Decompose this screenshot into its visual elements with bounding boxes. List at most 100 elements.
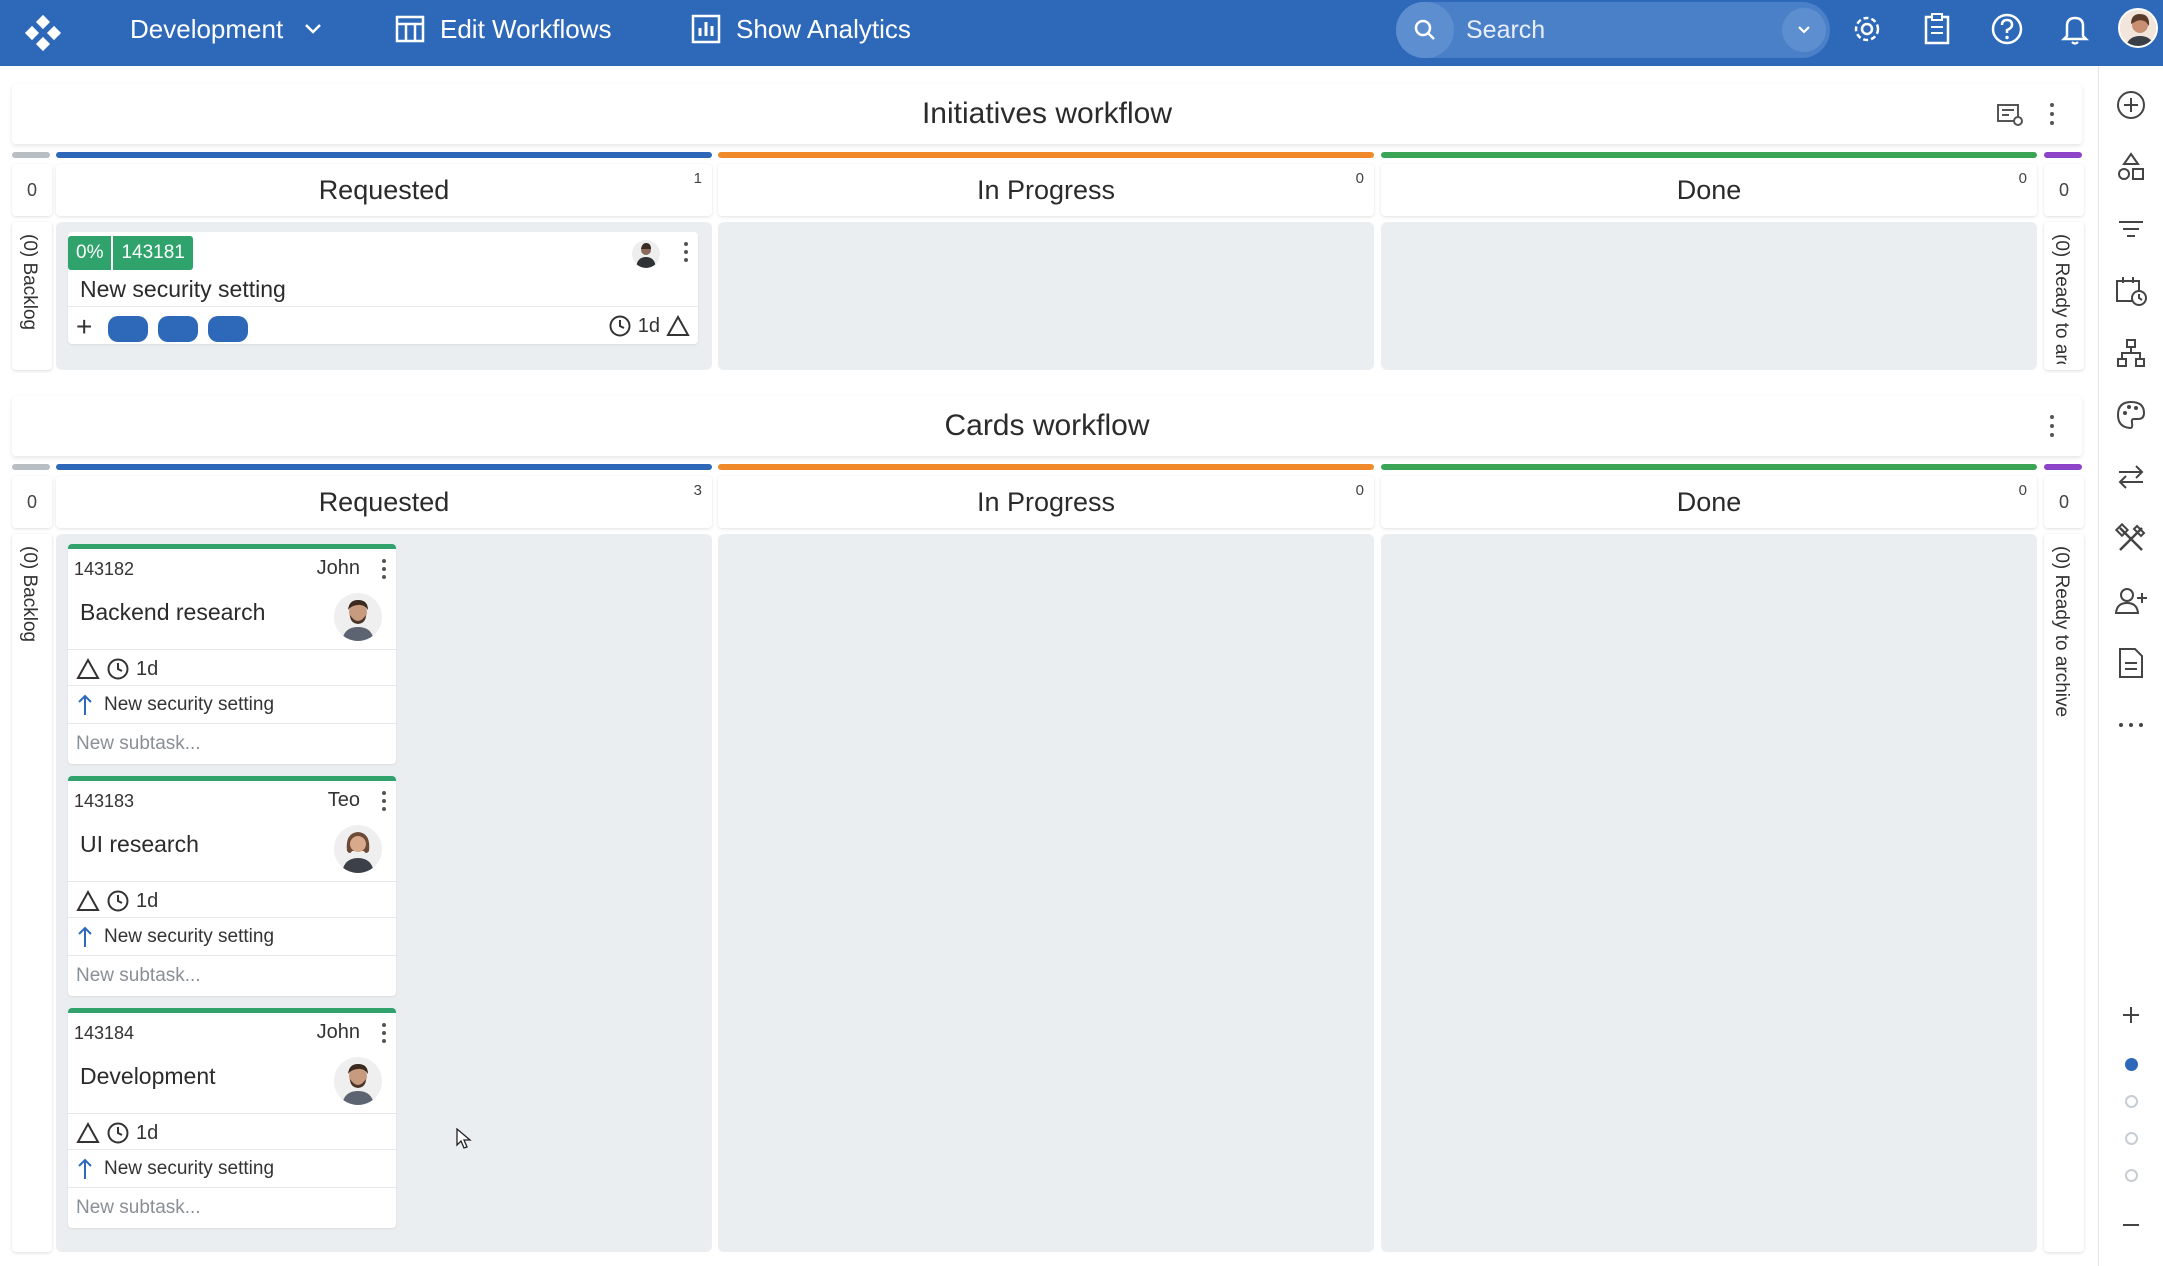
- logo-icon[interactable]: [22, 12, 64, 54]
- column-header-requested[interactable]: Requested 1: [56, 164, 712, 216]
- new-subtask-input[interactable]: New subtask...: [76, 733, 201, 755]
- backlog-strip[interactable]: (0) Backlog: [12, 534, 52, 1252]
- zoom-level-dot[interactable]: [2125, 1169, 2138, 1182]
- column-bar: [1381, 152, 2037, 158]
- column-header-in-progress[interactable]: In Progress 0: [718, 164, 1374, 216]
- child-pill[interactable]: [158, 316, 198, 342]
- column-title: Requested: [318, 486, 450, 517]
- column-header-requested[interactable]: Requested 3: [56, 476, 712, 528]
- child-pill[interactable]: [208, 316, 248, 342]
- column-body-in-progress[interactable]: [718, 222, 1374, 370]
- user-avatar[interactable]: [2118, 8, 2158, 48]
- filter-icon[interactable]: [2112, 210, 2150, 248]
- assignee-avatar[interactable]: [632, 240, 660, 268]
- card-menu-icon[interactable]: [382, 559, 386, 579]
- warning-triangle-icon: [666, 314, 690, 336]
- board-selector[interactable]: Development: [130, 0, 325, 58]
- palette-icon[interactable]: [2112, 396, 2150, 434]
- column-bar: [718, 152, 1374, 158]
- tools-icon[interactable]: [2112, 520, 2150, 558]
- parent-link[interactable]: New security setting: [76, 1157, 274, 1181]
- workflow-menu-icon[interactable]: [2042, 96, 2062, 132]
- column-body-in-progress[interactable]: [718, 534, 1374, 1252]
- column-title: In Progress: [976, 486, 1116, 517]
- card-owner: John: [316, 1021, 360, 1043]
- assignee-avatar[interactable]: [334, 593, 382, 641]
- card-title[interactable]: New security setting: [80, 276, 286, 303]
- gear-icon[interactable]: [1846, 8, 1888, 50]
- add-user-icon[interactable]: [2112, 582, 2150, 620]
- hierarchy-icon[interactable]: [2112, 334, 2150, 372]
- clipboard-icon[interactable]: [1916, 8, 1958, 50]
- zoom-out-icon[interactable]: [2112, 1206, 2150, 1244]
- analytics-icon: [691, 14, 721, 44]
- workflow-menu-icon[interactable]: [2042, 408, 2062, 444]
- backlog-count[interactable]: 0: [12, 164, 52, 216]
- backlog-label: (0) Backlog: [19, 546, 40, 643]
- search-dropdown-chevron-icon[interactable]: [1782, 8, 1826, 52]
- bell-icon[interactable]: [2054, 8, 2096, 50]
- task-card[interactable]: 143182 John Backend research 1d New secu…: [68, 544, 396, 764]
- arrow-up-icon: [78, 1158, 92, 1179]
- duration: 1d: [136, 657, 159, 680]
- backlog-strip[interactable]: (0) Backlog: [12, 222, 52, 370]
- assignee-avatar[interactable]: [334, 825, 382, 873]
- shapes-icon[interactable]: [2112, 148, 2150, 186]
- child-pill[interactable]: [108, 316, 148, 342]
- archive-count[interactable]: 0: [2044, 476, 2084, 528]
- search-input[interactable]: Search: [1396, 2, 1830, 58]
- new-subtask-input[interactable]: New subtask...: [76, 965, 201, 987]
- board-name: Development: [130, 13, 284, 44]
- clock-icon: [609, 315, 631, 337]
- parent-link[interactable]: New security setting: [76, 925, 274, 949]
- archive-strip[interactable]: (0) Ready to archive: [2044, 534, 2084, 1252]
- task-card[interactable]: 143184 John Development 1d New security …: [68, 1008, 396, 1228]
- parent-title: New security setting: [104, 926, 275, 947]
- zoom-level-dot[interactable]: [2125, 1095, 2138, 1108]
- archive-strip[interactable]: (0) Ready to arc: [2044, 222, 2084, 370]
- card-meta: 1d: [608, 314, 690, 338]
- workflow-title: Cards workflow: [944, 409, 1150, 442]
- arrow-up-icon: [78, 926, 92, 947]
- swap-icon[interactable]: [2112, 458, 2150, 496]
- new-subtask-input[interactable]: New subtask...: [76, 1197, 201, 1219]
- backlog-count[interactable]: 0: [12, 476, 52, 528]
- column-body-done[interactable]: [1381, 222, 2037, 370]
- column-title: In Progress: [976, 174, 1116, 205]
- zoom-level-dot[interactable]: [2125, 1058, 2138, 1071]
- add-circle-icon[interactable]: [2112, 86, 2150, 124]
- add-child-button[interactable]: +: [76, 312, 92, 342]
- column-count: 0: [1355, 482, 1364, 499]
- task-card[interactable]: 143183 Teo UI research 1d New security s…: [68, 776, 396, 996]
- calendar-clock-icon[interactable]: [2112, 272, 2150, 310]
- card-title[interactable]: Development: [80, 1063, 216, 1090]
- zoom-level-dot[interactable]: [2125, 1132, 2138, 1145]
- card-settings-icon[interactable]: [1994, 98, 2026, 130]
- column-count: 3: [693, 482, 702, 499]
- column-header-in-progress[interactable]: In Progress 0: [718, 476, 1374, 528]
- zoom-in-icon[interactable]: [2112, 996, 2150, 1034]
- show-analytics-button[interactable]: Show Analytics: [690, 0, 911, 58]
- card-menu-icon[interactable]: [684, 242, 688, 262]
- column-body-done[interactable]: [1381, 534, 2037, 1252]
- column-bar: [56, 152, 712, 158]
- assignee-avatar[interactable]: [334, 1057, 382, 1105]
- progress-id-badge: 0% 143181: [68, 236, 193, 270]
- parent-link[interactable]: New security setting: [76, 693, 274, 717]
- card-menu-icon[interactable]: [382, 791, 386, 811]
- card-menu-icon[interactable]: [382, 1023, 386, 1043]
- card-title[interactable]: Backend research: [80, 599, 265, 626]
- card-title[interactable]: UI research: [80, 831, 199, 858]
- edit-workflows-button[interactable]: Edit Workflows: [394, 0, 611, 58]
- column-header-done[interactable]: Done 0: [1381, 164, 2037, 216]
- column-header-done[interactable]: Done 0: [1381, 476, 2037, 528]
- card-meta: 1d: [76, 889, 158, 913]
- archive-count[interactable]: 0: [2044, 164, 2084, 216]
- archive-label: (0) Ready to arc: [2051, 234, 2072, 364]
- column-count: 0: [2018, 170, 2027, 187]
- initiative-card[interactable]: 0% 143181 New security setting + 1d: [68, 232, 698, 344]
- document-icon[interactable]: [2112, 644, 2150, 682]
- help-icon[interactable]: [1986, 8, 2028, 50]
- more-icon[interactable]: [2112, 706, 2150, 744]
- clock-icon: [107, 890, 129, 912]
